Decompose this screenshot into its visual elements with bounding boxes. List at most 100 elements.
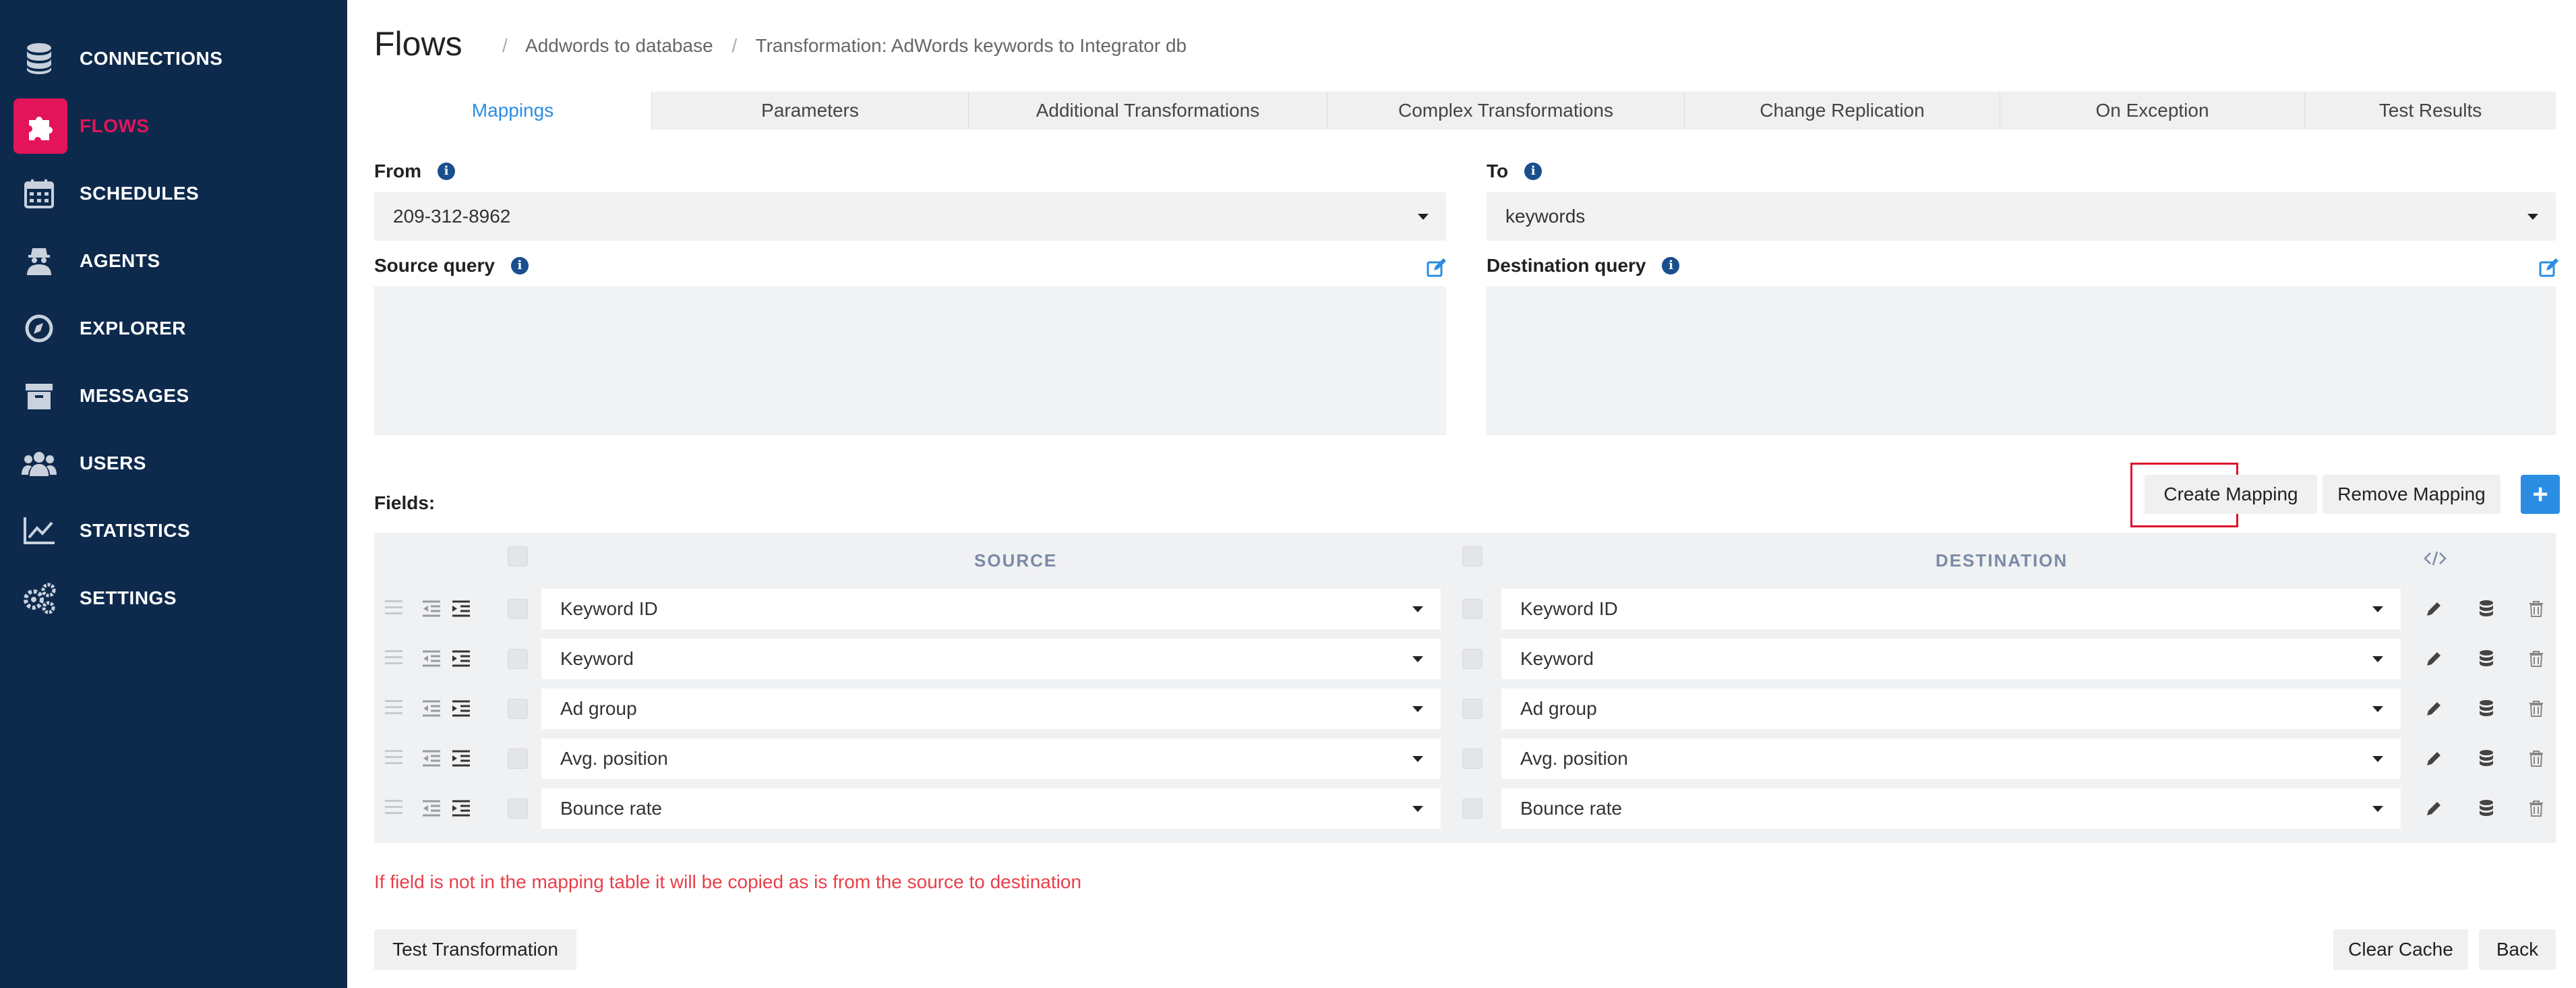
tab-complex-transformations[interactable]: Complex Transformations bbox=[1327, 92, 1684, 129]
row-destination-checkbox[interactable] bbox=[1462, 649, 1482, 669]
outdent-icon[interactable] bbox=[421, 798, 442, 817]
row-source-checkbox[interactable] bbox=[508, 599, 528, 619]
database-icon[interactable] bbox=[2475, 598, 2498, 620]
remove-mapping-button[interactable]: Remove Mapping bbox=[2323, 475, 2500, 514]
drag-handle-icon[interactable] bbox=[385, 750, 402, 766]
drag-handle-icon[interactable] bbox=[385, 800, 402, 816]
outdent-icon[interactable] bbox=[421, 649, 442, 668]
from-select[interactable]: 209-312-8962 bbox=[374, 192, 1446, 241]
row-destination-checkbox[interactable] bbox=[1462, 749, 1482, 769]
edit-icon[interactable] bbox=[1426, 258, 1446, 279]
caret-down-icon bbox=[2372, 756, 2383, 762]
tab-mappings[interactable]: Mappings bbox=[374, 92, 651, 129]
database-icon[interactable] bbox=[2475, 797, 2498, 820]
code-icon[interactable] bbox=[2424, 550, 2447, 566]
row-source-checkbox[interactable] bbox=[508, 749, 528, 769]
select-all-destination-checkbox[interactable] bbox=[1462, 546, 1482, 566]
pencil-icon[interactable] bbox=[2422, 747, 2445, 770]
tab-additional-transformations[interactable]: Additional Transformations bbox=[968, 92, 1327, 129]
source-field-select[interactable]: Keyword bbox=[541, 639, 1441, 679]
outdent-icon[interactable] bbox=[421, 599, 442, 618]
destination-query-textarea[interactable] bbox=[1487, 287, 2556, 435]
info-icon[interactable]: i bbox=[1662, 257, 1680, 274]
indent-icon[interactable] bbox=[451, 699, 471, 718]
chart-line-icon bbox=[20, 512, 58, 550]
back-button[interactable]: Back bbox=[2479, 929, 2556, 970]
database-icon[interactable] bbox=[2475, 697, 2498, 720]
tab-test-results[interactable]: Test Results bbox=[2304, 92, 2556, 129]
source-field-select[interactable]: Keyword ID bbox=[541, 589, 1441, 629]
caret-down-icon bbox=[1412, 756, 1423, 762]
row-destination-checkbox[interactable] bbox=[1462, 699, 1482, 719]
destination-field-value: Ad group bbox=[1520, 698, 1597, 719]
source-field-select[interactable]: Avg. position bbox=[541, 738, 1441, 779]
indent-icon[interactable] bbox=[451, 599, 471, 618]
source-query-textarea[interactable] bbox=[374, 287, 1446, 435]
to-select[interactable]: keywords bbox=[1487, 192, 2556, 241]
calendar-icon bbox=[20, 175, 58, 212]
row-source-checkbox[interactable] bbox=[508, 649, 528, 669]
sidebar-item-flows[interactable]: FLOWS bbox=[12, 98, 336, 154]
drag-handle-icon[interactable] bbox=[385, 700, 402, 716]
info-icon[interactable]: i bbox=[438, 163, 455, 180]
sidebar-item-explorer[interactable]: EXPLORER bbox=[12, 301, 336, 356]
trash-icon[interactable] bbox=[2525, 697, 2548, 720]
gears-icon bbox=[20, 579, 58, 617]
sidebar-item-messages[interactable]: MESSAGES bbox=[12, 368, 336, 424]
database-icon[interactable] bbox=[2475, 647, 2498, 670]
database-icon[interactable] bbox=[2475, 747, 2498, 770]
row-destination-checkbox[interactable] bbox=[1462, 798, 1482, 819]
archive-icon bbox=[20, 377, 58, 415]
sidebar-item-schedules[interactable]: SCHEDULES bbox=[12, 166, 336, 221]
source-field-select[interactable]: Bounce rate bbox=[541, 788, 1441, 829]
caret-down-icon bbox=[2372, 606, 2383, 612]
outdent-icon[interactable] bbox=[421, 749, 442, 767]
tab-parameters[interactable]: Parameters bbox=[651, 92, 968, 129]
pencil-icon[interactable] bbox=[2422, 647, 2445, 670]
to-label: To i bbox=[1487, 161, 1542, 182]
outdent-icon[interactable] bbox=[421, 699, 442, 718]
destination-field-select[interactable]: Keyword bbox=[1501, 639, 2401, 679]
source-field-select[interactable]: Ad group bbox=[541, 689, 1441, 729]
trash-icon[interactable] bbox=[2525, 747, 2548, 770]
table-row: Keyword ID Keyword ID bbox=[374, 584, 2556, 634]
agent-icon bbox=[20, 242, 58, 280]
select-all-source-checkbox[interactable] bbox=[508, 546, 528, 566]
tab-change-replication[interactable]: Change Replication bbox=[1684, 92, 2000, 129]
breadcrumb-item-flow[interactable]: Addwords to database bbox=[525, 35, 713, 56]
drag-handle-icon[interactable] bbox=[385, 650, 402, 666]
add-mapping-button[interactable]: + bbox=[2521, 475, 2560, 514]
clear-cache-button[interactable]: Clear Cache bbox=[2333, 929, 2468, 970]
destination-field-select[interactable]: Keyword ID bbox=[1501, 589, 2401, 629]
destination-field-select[interactable]: Avg. position bbox=[1501, 738, 2401, 779]
sidebar-item-agents[interactable]: AGENTS bbox=[12, 233, 336, 289]
indent-icon[interactable] bbox=[451, 749, 471, 767]
sidebar-item-users[interactable]: USERS bbox=[12, 436, 336, 491]
destination-field-select[interactable]: Ad group bbox=[1501, 689, 2401, 729]
indent-icon[interactable] bbox=[451, 649, 471, 668]
row-destination-checkbox[interactable] bbox=[1462, 599, 1482, 619]
info-icon[interactable]: i bbox=[510, 257, 529, 274]
breadcrumb-item-transformation[interactable]: Transformation: AdWords keywords to Inte… bbox=[756, 35, 1187, 56]
trash-icon[interactable] bbox=[2525, 598, 2548, 620]
trash-icon[interactable] bbox=[2525, 647, 2548, 670]
edit-icon[interactable] bbox=[2538, 258, 2558, 279]
sidebar-item-connections[interactable]: CONNECTIONS bbox=[12, 31, 336, 86]
row-source-checkbox[interactable] bbox=[508, 699, 528, 719]
pencil-icon[interactable] bbox=[2422, 797, 2445, 820]
sidebar-item-statistics[interactable]: STATISTICS bbox=[12, 503, 336, 558]
row-source-checkbox[interactable] bbox=[508, 798, 528, 819]
indent-icon[interactable] bbox=[451, 798, 471, 817]
pencil-icon[interactable] bbox=[2422, 697, 2445, 720]
sidebar-item-label: MESSAGES bbox=[80, 385, 189, 406]
create-mapping-button[interactable]: Create Mapping bbox=[2145, 475, 2317, 514]
sidebar-item-settings[interactable]: SETTINGS bbox=[12, 571, 336, 626]
destination-field-select[interactable]: Bounce rate bbox=[1501, 788, 2401, 829]
drag-handle-icon[interactable] bbox=[385, 600, 402, 616]
pencil-icon[interactable] bbox=[2422, 598, 2445, 620]
from-label-text: From bbox=[374, 161, 421, 181]
tab-on-exception[interactable]: On Exception bbox=[2000, 92, 2304, 129]
test-transformation-button[interactable]: Test Transformation bbox=[374, 929, 576, 970]
trash-icon[interactable] bbox=[2525, 797, 2548, 820]
info-icon[interactable]: i bbox=[1524, 163, 1542, 180]
